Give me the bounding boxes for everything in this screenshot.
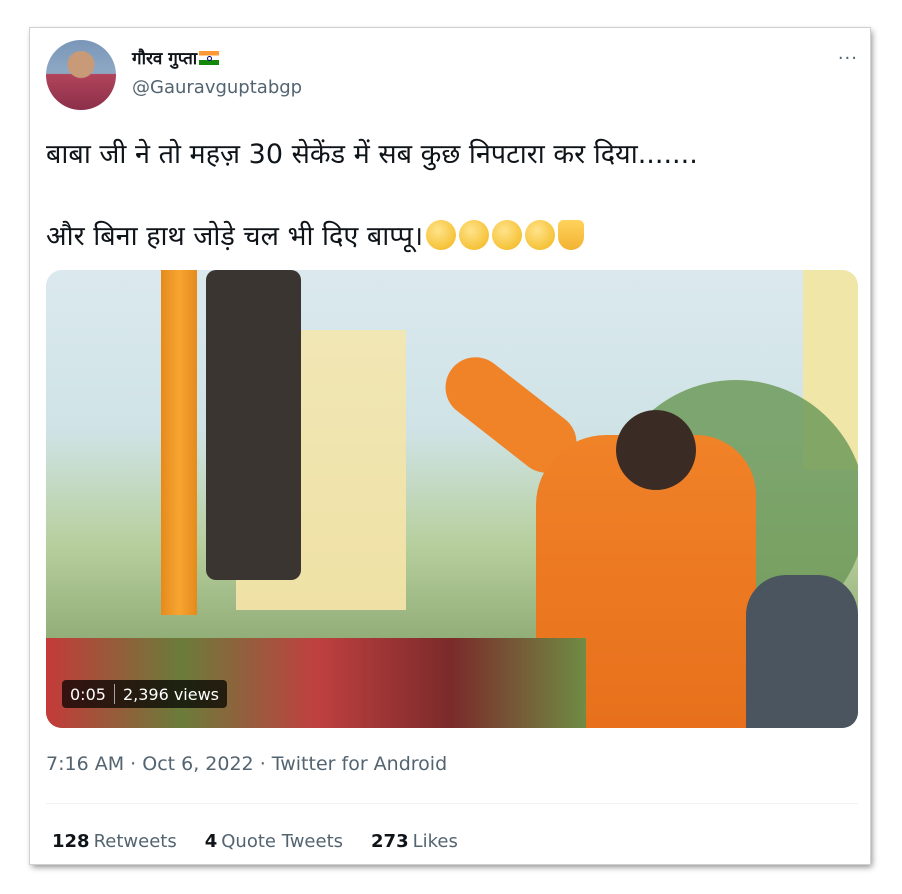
thumbs-down-icon bbox=[558, 220, 585, 250]
tweet-time[interactable]: 7:16 AM bbox=[46, 753, 124, 775]
squinting-tongue-face-icon bbox=[426, 220, 457, 250]
divider bbox=[46, 803, 858, 804]
quote-tweets-stat[interactable]: 4 Quote Tweets bbox=[205, 831, 343, 852]
quote-tweets-count: 4 bbox=[204, 831, 218, 852]
display-name[interactable]: गौरव गुप्ता bbox=[132, 46, 220, 69]
display-name-text[interactable]: गौरव गुप्ता bbox=[132, 49, 197, 69]
tweet-source[interactable]: Twitter for Android bbox=[272, 753, 447, 775]
quote-tweets-label: Quote Tweets bbox=[221, 831, 344, 852]
retweets-label: Retweets bbox=[93, 831, 177, 852]
video-player[interactable]: 0:05 2,396 views bbox=[46, 270, 858, 728]
badge-divider bbox=[113, 684, 115, 704]
video-frame-head bbox=[616, 410, 696, 490]
rolling-laughing-face-icon bbox=[459, 220, 490, 250]
tweet-card: गौरव गुप्ता @Gauravguptabgp ··· बाबा जी … bbox=[30, 28, 870, 864]
more-options-icon[interactable]: ··· bbox=[838, 48, 858, 69]
video-frame-guard bbox=[746, 575, 858, 728]
likes-stat[interactable]: 273 Likes bbox=[371, 831, 458, 852]
video-frame-garland bbox=[161, 270, 197, 615]
video-info-badge: 0:05 2,396 views bbox=[62, 680, 228, 708]
tweet-text-line-2-text: और बिना हाथ जोड़े चल भी दिए बाप्पू। bbox=[46, 221, 424, 252]
video-views: 2,396 views bbox=[122, 684, 220, 704]
avatar[interactable] bbox=[46, 40, 116, 110]
tweet-text-line-1: बाबा जी ने तो महज़ 30 सेकेंड में सब कुछ … bbox=[46, 139, 698, 170]
engagement-stats: 128 Retweets 4 Quote Tweets 273 Likes bbox=[52, 831, 458, 852]
thinking-face-icon bbox=[492, 220, 523, 250]
retweets-stat[interactable]: 128 Retweets bbox=[52, 831, 177, 852]
likes-label: Likes bbox=[412, 831, 458, 852]
video-frame-statue bbox=[206, 270, 301, 580]
tweet-meta: 7:16 AM · Oct 6, 2022 · Twitter for Andr… bbox=[46, 753, 448, 775]
india-flag-icon bbox=[199, 51, 220, 65]
user-handle[interactable]: @Gauravguptabgp bbox=[132, 77, 302, 98]
tweet-text-line-2: और बिना हाथ जोड़े चल भी दिए बाप्पू। bbox=[46, 216, 585, 253]
video-duration: 0:05 bbox=[70, 684, 106, 704]
tweet-date[interactable]: Oct 6, 2022 bbox=[142, 753, 253, 775]
retweets-count: 128 bbox=[52, 831, 90, 852]
likes-count: 273 bbox=[371, 831, 409, 852]
thinking-face-icon bbox=[525, 220, 556, 250]
